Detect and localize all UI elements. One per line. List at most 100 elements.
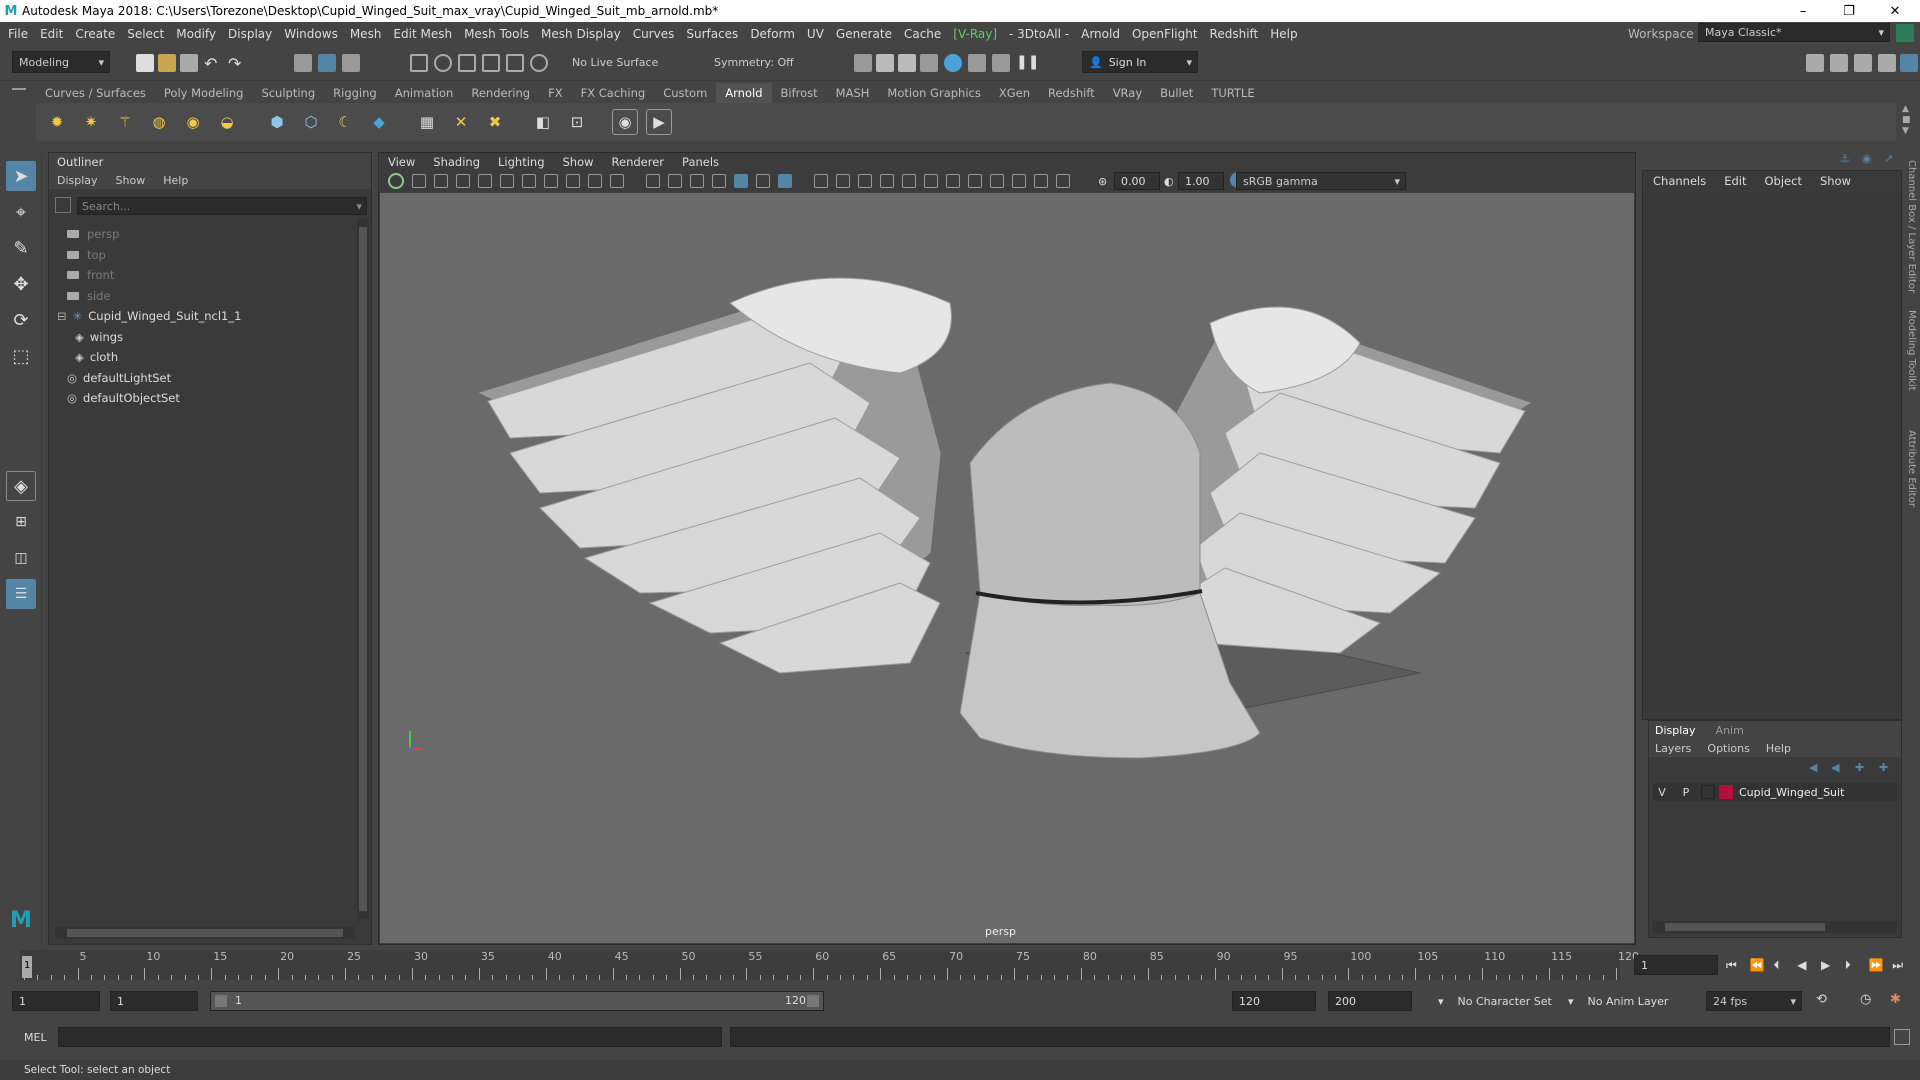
arnold-render-icon[interactable]	[944, 54, 962, 72]
menu-modify[interactable]: Modify	[170, 27, 222, 41]
filter-icon[interactable]	[55, 197, 71, 213]
mel-label[interactable]: MEL	[24, 1031, 47, 1044]
menu-cache[interactable]: Cache	[898, 27, 947, 41]
shelf-tab-sculpting[interactable]: Sculpting	[252, 83, 324, 103]
shelf-scroll-icon[interactable]: ▲ ■ ▼	[1902, 104, 1912, 138]
photometric-light-icon[interactable]: ◍	[146, 109, 172, 135]
layer-visibility-toggle[interactable]: V	[1653, 786, 1671, 799]
textured-icon[interactable]	[778, 174, 792, 188]
outliner-item[interactable]: ⊟ ✳ Cupid_Winged_Suit_ncl1_1	[57, 307, 241, 325]
snap-live-icon[interactable]	[506, 54, 524, 72]
channel-box-icon[interactable]	[1878, 54, 1896, 72]
smooth-shade-icon[interactable]	[734, 174, 748, 188]
mesh-light-icon[interactable]: ⚚	[112, 109, 138, 135]
shelf-tab-mash[interactable]: MASH	[827, 83, 879, 103]
menu-edit[interactable]: Edit	[34, 27, 69, 41]
viewport-menu-panels[interactable]: Panels	[682, 155, 719, 169]
camera-attributes-icon[interactable]	[1056, 174, 1070, 188]
outliner-menu-display[interactable]: Display	[57, 174, 98, 187]
layer-menu-layers[interactable]: Layers	[1655, 742, 1691, 755]
range-slider[interactable]: 1 120	[210, 991, 824, 1011]
redo-icon[interactable]: ↷	[228, 54, 246, 73]
character-set-dropdown[interactable]: ▾ No Character Set	[1438, 991, 1578, 1011]
menu-set-dropdown[interactable]: Modeling ▾	[12, 51, 110, 73]
ipr-render-icon[interactable]	[898, 54, 916, 72]
current-time-marker[interactable]: 1	[22, 956, 32, 978]
lasso-tool-icon[interactable]: ⌖	[6, 197, 36, 227]
gate-mask-icon[interactable]	[610, 174, 624, 188]
layer-hscrollbar[interactable]	[1653, 921, 1897, 933]
default-lighting-icon[interactable]	[756, 174, 770, 188]
license-manager-icon[interactable]: ⊡	[564, 109, 590, 135]
lock-camera-icon[interactable]	[434, 174, 448, 188]
save-scene-icon[interactable]	[180, 54, 198, 72]
isolate-select-icon[interactable]	[946, 174, 960, 188]
new-scene-icon[interactable]	[136, 54, 154, 72]
minimize-button[interactable]: –	[1780, 0, 1826, 22]
camera-select-icon[interactable]	[388, 173, 404, 189]
shelf-tab-rigging[interactable]: Rigging	[324, 83, 386, 103]
menu-arnold[interactable]: Arnold	[1075, 27, 1126, 41]
color-space-dropdown[interactable]: sRGB gamma ▾	[1236, 172, 1406, 190]
export-standin-icon[interactable]: ⬡	[298, 109, 324, 135]
shelf-tab-fx-caching[interactable]: FX Caching	[572, 83, 655, 103]
anim-layer-dropdown[interactable]: ▾ No Anim Layer	[1568, 991, 1698, 1011]
menu-3dtoall[interactable]: - 3DtoAll -	[1003, 27, 1075, 41]
tool-toggle-icon[interactable]: ↗	[1884, 152, 1893, 165]
viewport-menu-shading[interactable]: Shading	[433, 155, 480, 169]
motion-blur-icon[interactable]	[880, 174, 894, 188]
xray-joints-icon[interactable]	[990, 174, 1004, 188]
2d-pan-zoom-icon[interactable]	[500, 174, 514, 188]
tx-manager-icon[interactable]: ◧	[530, 109, 556, 135]
use-lights-icon[interactable]	[814, 174, 828, 188]
bookmarks-icon[interactable]	[456, 174, 470, 188]
loop-icon[interactable]: ⟲	[1816, 992, 1827, 1007]
attribute-toggle-icon[interactable]: ◉	[1862, 152, 1872, 165]
paint-select-icon[interactable]: ✎	[6, 233, 36, 263]
animation-start-field[interactable]: 1	[12, 991, 100, 1011]
layer-playback-toggle[interactable]: P	[1677, 786, 1695, 799]
live-surface-field[interactable]: No Live Surface	[566, 51, 676, 73]
workspace-dropdown[interactable]: Maya Classic* ▾	[1698, 23, 1890, 42]
shelf-tab-curves-surfaces[interactable]: Curves / Surfaces	[36, 83, 155, 103]
maya-m-icon[interactable]: M	[6, 905, 36, 935]
snap-point-icon[interactable]	[458, 54, 476, 72]
four-view-icon[interactable]: ⊞	[6, 507, 36, 537]
shelf-tab-xgen[interactable]: XGen	[990, 83, 1039, 103]
new-layer-selected-icon[interactable]: ✚	[1879, 761, 1888, 774]
play-forward-icon[interactable]: ▶	[1821, 958, 1845, 972]
menu-help[interactable]: Help	[1264, 27, 1303, 41]
range-end-handle[interactable]	[807, 995, 819, 1007]
image-plane-icon[interactable]	[478, 174, 492, 188]
go-to-end-icon[interactable]: ⏭	[1892, 958, 1916, 973]
command-input[interactable]	[58, 1027, 722, 1047]
field-chart-icon[interactable]	[646, 174, 660, 188]
perspective-viewport[interactable]: persp	[380, 193, 1634, 943]
menu-uv[interactable]: UV	[801, 27, 830, 41]
step-forward-icon[interactable]: ⏩	[1869, 958, 1893, 972]
channel-box-menu-edit[interactable]: Edit	[1724, 174, 1746, 188]
menu-v-ray[interactable]: [V-Ray]	[947, 27, 1003, 41]
arnold-shader-icon[interactable]: ◆	[366, 109, 392, 135]
rotate-tool-icon[interactable]: ⟳	[6, 305, 36, 335]
menu-mesh-display[interactable]: Mesh Display	[535, 27, 627, 41]
menu-file[interactable]: File	[2, 27, 34, 41]
outliner-item[interactable]: top	[67, 246, 106, 264]
depth-of-field-icon[interactable]	[924, 174, 938, 188]
grease-pencil-icon[interactable]	[522, 174, 536, 188]
light-portal-icon[interactable]: ◉	[180, 109, 206, 135]
snap-view-icon[interactable]	[482, 54, 500, 72]
layer-tab-anim[interactable]: Anim	[1716, 724, 1744, 737]
go-to-start-icon[interactable]: ⏮	[1726, 958, 1750, 973]
step-back-key-icon[interactable]: ⏴	[1774, 958, 1798, 973]
single-perspective-icon[interactable]: ◈	[6, 471, 36, 501]
outliner-vscrollbar[interactable]	[357, 219, 369, 919]
outliner-item[interactable]: ◈ wings	[75, 328, 123, 346]
render-view-icon[interactable]	[920, 54, 938, 72]
safe-action-icon[interactable]	[668, 174, 682, 188]
shelf-tab-arnold[interactable]: Arnold	[716, 83, 772, 103]
menu-generate[interactable]: Generate	[830, 27, 898, 41]
side-tab-channel-box-layer-editor[interactable]: Channel Box / Layer Editor	[1906, 160, 1917, 293]
viewport-menu-renderer[interactable]: Renderer	[612, 155, 665, 169]
area-light-icon[interactable]: ✷	[78, 109, 104, 135]
